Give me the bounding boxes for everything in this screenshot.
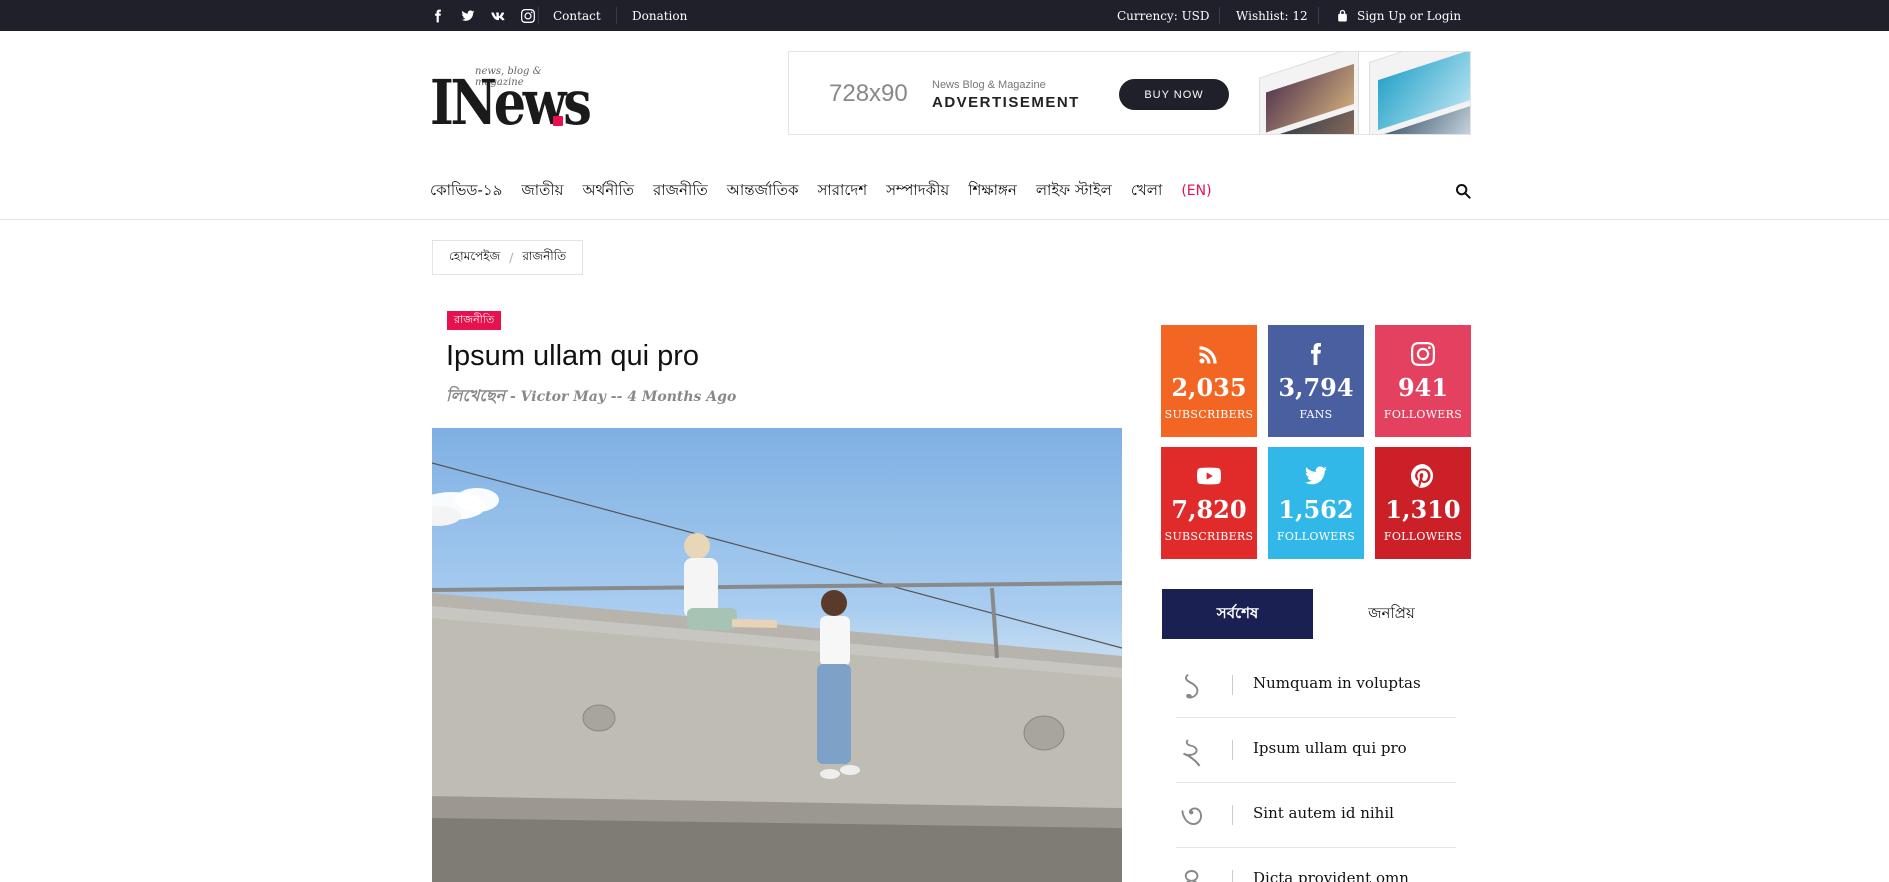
nav-item[interactable]: আন্তর্জাতিক [727, 179, 799, 204]
logo-dot [553, 116, 563, 126]
nav-item[interactable]: লাইফ স্টাইল [1036, 179, 1112, 204]
nav-item[interactable]: অর্থনীতি [582, 179, 634, 204]
pinterest-icon [1410, 463, 1436, 489]
ad-mockup-image [1239, 52, 1470, 134]
counter-value: 7,820 [1171, 495, 1247, 524]
instagram-icon [1410, 341, 1436, 367]
site-logo[interactable]: news, blog & magazine INews [430, 60, 592, 134]
byline-label: লিখেছেন [446, 386, 506, 405]
breadcrumb-separator: / [509, 250, 514, 265]
login-link[interactable]: Sign Up or Login [1336, 0, 1461, 31]
wishlist-link[interactable]: Wishlist: 12 [1236, 0, 1308, 31]
instagram-counter[interactable]: 941 FOLLOWERS [1375, 325, 1471, 437]
list-item[interactable]: ৩ Sint autem id nihil [1176, 783, 1456, 848]
list-item-divider [1232, 740, 1233, 760]
youtube-icon [1196, 463, 1222, 489]
list-item-title[interactable]: Sint autem id nihil [1253, 804, 1394, 822]
category-badge[interactable]: রাজনীতি [447, 311, 502, 330]
rss-counter[interactable]: 2,035 SUBSCRIBERS [1161, 325, 1257, 437]
list-item-divider [1232, 870, 1233, 882]
nav-item[interactable]: সারাদেশ [817, 179, 867, 204]
nav-item[interactable]: রাজনীতি [653, 179, 708, 204]
twitter-icon[interactable] [460, 8, 476, 24]
list-item[interactable]: ১ Numquam in voluptas [1176, 653, 1456, 718]
logo-wordmark: INews [430, 66, 592, 139]
list-item-divider [1232, 675, 1233, 695]
nav-item[interactable]: কোভিড-১৯ [430, 179, 502, 204]
tab-popular[interactable]: জনপ্রিয় [1316, 589, 1467, 639]
ad-title: ADVERTISEMENT [932, 94, 1080, 111]
list-item-number: ১ [1180, 666, 1204, 707]
counter-label: FOLLOWERS [1383, 530, 1463, 543]
list-item[interactable]: ২ Ipsum ullam qui pro [1176, 718, 1456, 783]
topbar-divider [538, 7, 539, 24]
article-image [432, 428, 1122, 882]
twitter-icon [1303, 463, 1329, 489]
list-item-number: ২ [1180, 731, 1204, 772]
top-social-links [430, 0, 536, 31]
counter-value: 3,794 [1278, 373, 1354, 402]
lock-icon [1338, 9, 1347, 22]
breadcrumb: হোমপেইজ / রাজনীতি [432, 240, 584, 275]
breadcrumb-home[interactable]: হোমপেইজ [449, 248, 500, 268]
counter-value: 941 [1397, 373, 1449, 402]
nav-divider [0, 219, 1889, 220]
ad-subtitle: News Blog & Magazine [932, 79, 1046, 91]
vk-icon[interactable] [490, 8, 506, 24]
pinterest-counter[interactable]: 1,310 FOLLOWERS [1375, 447, 1471, 559]
list-item[interactable]: ৪ Dicta provident omn [1176, 848, 1456, 882]
counter-value: 1,310 [1385, 495, 1461, 524]
breadcrumb-current: রাজনীতি [522, 248, 567, 263]
buy-now-button[interactable]: BUY NOW [1119, 79, 1229, 110]
youtube-counter[interactable]: 7,820 SUBSCRIBERS [1161, 447, 1257, 559]
article-title: Ipsum ullam qui pro [446, 340, 700, 372]
donation-link[interactable]: Donation [632, 0, 687, 31]
facebook-counter[interactable]: 3,794 FANS [1268, 325, 1364, 437]
list-item-number: ৩ [1180, 796, 1204, 837]
language-switch[interactable]: (EN) [1181, 183, 1211, 199]
counter-label: SUBSCRIBERS [1164, 530, 1254, 543]
topbar-divider [1219, 7, 1220, 24]
ad-size: 728x90 [829, 80, 908, 107]
ad-banner[interactable]: 728x90 News Blog & Magazine ADVERTISEMEN… [788, 51, 1471, 135]
tab-latest[interactable]: সর্বশেষ [1162, 589, 1313, 639]
contact-link[interactable]: Contact [553, 0, 601, 31]
counter-label: FANS [1299, 408, 1333, 421]
nav-item[interactable]: খেলা [1131, 179, 1162, 204]
twitter-counter[interactable]: 1,562 FOLLOWERS [1268, 447, 1364, 559]
counter-label: FOLLOWERS [1383, 408, 1463, 421]
list-item-title[interactable]: Numquam in voluptas [1253, 674, 1421, 692]
main-nav: কোভিড-১৯ জাতীয় অর্থনীতি রাজনীতি আন্তর্জ… [430, 178, 1231, 204]
search-icon[interactable] [1455, 183, 1471, 199]
facebook-icon [1303, 341, 1329, 367]
counter-value: 2,035 [1171, 373, 1247, 402]
list-item-divider [1232, 805, 1233, 825]
topbar-divider [616, 7, 617, 24]
nav-item[interactable]: জাতীয় [521, 179, 563, 204]
list-item-title[interactable]: Dicta provident omn [1253, 869, 1409, 882]
nav-item[interactable]: সম্পাদকীয় [886, 179, 949, 204]
rss-icon [1196, 341, 1222, 367]
currency-selector[interactable]: Currency: USD [1117, 0, 1210, 31]
top-bar: Contact Donation Currency: USD Wishlist:… [0, 0, 1889, 31]
counter-label: SUBSCRIBERS [1164, 408, 1254, 421]
facebook-icon[interactable] [430, 8, 446, 24]
list-item-title[interactable]: Ipsum ullam qui pro [1253, 739, 1407, 757]
instagram-icon[interactable] [520, 8, 536, 24]
counter-label: FOLLOWERS [1276, 530, 1356, 543]
topbar-divider [1318, 7, 1319, 24]
article-byline: লিখেছেন - Victor May -- 4 Months Ago [446, 383, 736, 410]
list-item-number: ৪ [1180, 861, 1204, 882]
nav-item[interactable]: শিক্ষাঙ্গন [968, 179, 1017, 204]
login-label: Sign Up or Login [1357, 8, 1462, 23]
byline-author-date: - Victor May -- 4 Months Ago [505, 389, 737, 405]
counter-value: 1,562 [1278, 495, 1354, 524]
